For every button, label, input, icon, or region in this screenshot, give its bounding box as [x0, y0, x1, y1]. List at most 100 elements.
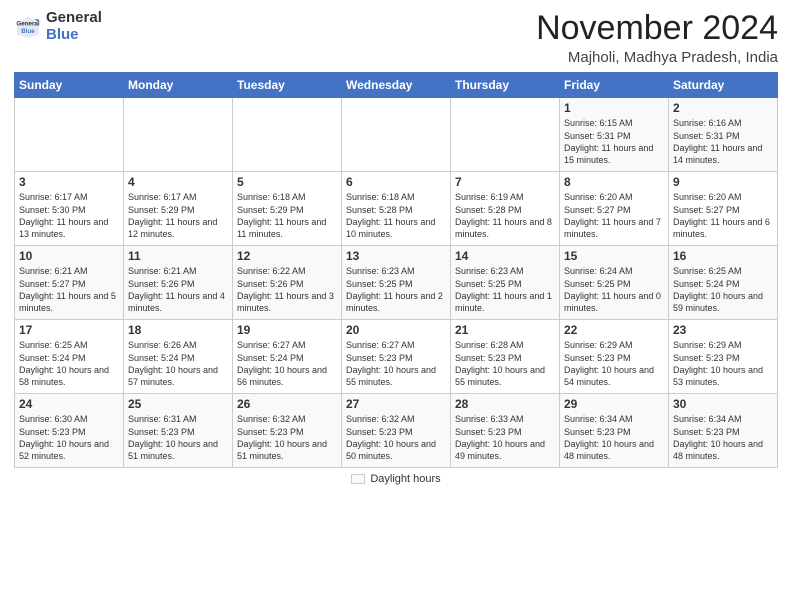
calendar-cell: 30 Sunrise: 6:34 AM Sunset: 5:23 PM Dayli…: [669, 394, 778, 468]
svg-text:General: General: [16, 20, 39, 27]
calendar-cell: 15 Sunrise: 6:24 AM Sunset: 5:25 PM Dayli…: [560, 246, 669, 320]
day-number: 11: [128, 249, 228, 263]
calendar-cell: 28 Sunrise: 6:33 AM Sunset: 5:23 PM Dayli…: [451, 394, 560, 468]
day-info: Sunrise: 6:23 AM Sunset: 5:25 PM Dayligh…: [455, 265, 555, 314]
day-number: 6: [346, 175, 446, 189]
day-info: Sunrise: 6:34 AM Sunset: 5:23 PM Dayligh…: [673, 413, 773, 462]
header: General Blue General Blue November 2024 …: [14, 10, 778, 66]
day-number: 24: [19, 397, 119, 411]
day-number: 22: [564, 323, 664, 337]
calendar-cell: 23Sunrise: 6:29 AM Sunset: 5:23 PM Dayli…: [669, 320, 778, 394]
calendar-cell: 9 Sunrise: 6:20 AM Sunset: 5:27 PM Daylig…: [669, 172, 778, 246]
day-info: Sunrise: 6:18 AM Sunset: 5:29 PM Dayligh…: [237, 191, 337, 240]
day-info: Sunrise: 6:28 AM Sunset: 5:23 PM Dayligh…: [455, 339, 555, 388]
calendar-cell: 22 Sunrise: 6:29 AM Sunset: 5:23 PM Dayli…: [560, 320, 669, 394]
col-tuesday: Tuesday: [233, 73, 342, 98]
day-number: 19: [237, 323, 337, 337]
calendar-cell: 11Sunrise: 6:21 AM Sunset: 5:26 PM Dayli…: [124, 246, 233, 320]
calendar-cell: 26 Sunrise: 6:32 AM Sunset: 5:23 PM Dayli…: [233, 394, 342, 468]
calendar-cell: 6 Sunrise: 6:18 AM Sunset: 5:28 PM Daylig…: [342, 172, 451, 246]
day-info: Sunrise: 6:33 AM Sunset: 5:23 PM Dayligh…: [455, 413, 555, 462]
calendar-header-row: Sunday Monday Tuesday Wednesday Thursday…: [15, 73, 778, 98]
legend: Daylight hours: [14, 473, 778, 485]
day-info: Sunrise: 6:32 AM Sunset: 5:23 PM Dayligh…: [237, 413, 337, 462]
day-info: Sunrise: 6:31 AM Sunset: 5:23 PM Dayligh…: [128, 413, 228, 462]
day-info: Sunrise: 6:30 AM Sunset: 5:23 PM Dayligh…: [19, 413, 119, 462]
col-monday: Monday: [124, 73, 233, 98]
day-info: Sunrise: 6:34 AM Sunset: 5:23 PM Dayligh…: [564, 413, 664, 462]
calendar-cell: [342, 98, 451, 172]
calendar-cell: [124, 98, 233, 172]
day-info: Sunrise: 6:25 AM Sunset: 5:24 PM Dayligh…: [19, 339, 119, 388]
day-number: 15: [564, 249, 664, 263]
calendar-cell: 16 Sunrise: 6:25 AM Sunset: 5:24 PM Dayli…: [669, 246, 778, 320]
day-number: 27: [346, 397, 446, 411]
calendar-cell: 8 Sunrise: 6:20 AM Sunset: 5:27 PM Daylig…: [560, 172, 669, 246]
day-number: 30: [673, 397, 773, 411]
title-block: November 2024 Majholi, Madhya Pradesh, I…: [536, 10, 778, 66]
day-info: Sunrise: 6:17 AM Sunset: 5:29 PM Dayligh…: [128, 191, 228, 240]
day-number: 5: [237, 175, 337, 189]
generalblue-logo-icon: General Blue: [14, 13, 42, 41]
calendar-cell: 19 Sunrise: 6:27 AM Sunset: 5:24 PM Dayli…: [233, 320, 342, 394]
col-wednesday: Wednesday: [342, 73, 451, 98]
calendar-cell: 21Sunrise: 6:28 AM Sunset: 5:23 PM Dayli…: [451, 320, 560, 394]
calendar-table: Sunday Monday Tuesday Wednesday Thursday…: [14, 72, 778, 468]
month-title: November 2024: [536, 10, 778, 47]
calendar-cell: 5 Sunrise: 6:18 AM Sunset: 5:29 PM Daylig…: [233, 172, 342, 246]
calendar-cell: 24 Sunrise: 6:30 AM Sunset: 5:23 PM Dayli…: [15, 394, 124, 468]
calendar-cell: 14Sunrise: 6:23 AM Sunset: 5:25 PM Dayli…: [451, 246, 560, 320]
day-info: Sunrise: 6:29 AM Sunset: 5:23 PM Dayligh…: [673, 339, 773, 388]
day-info: Sunrise: 6:19 AM Sunset: 5:28 PM Dayligh…: [455, 191, 555, 240]
page-container: General Blue General Blue November 2024 …: [0, 0, 792, 491]
calendar-cell: 27Sunrise: 6:32 AM Sunset: 5:23 PM Dayli…: [342, 394, 451, 468]
day-info: Sunrise: 6:20 AM Sunset: 5:27 PM Dayligh…: [564, 191, 664, 240]
day-number: 28: [455, 397, 555, 411]
calendar-cell: 1Sunrise: 6:15 AM Sunset: 5:31 PM Daylig…: [560, 98, 669, 172]
calendar-week-row: 3 Sunrise: 6:17 AM Sunset: 5:30 PM Daylig…: [15, 172, 778, 246]
calendar-cell: [15, 98, 124, 172]
calendar-cell: 29Sunrise: 6:34 AM Sunset: 5:23 PM Dayli…: [560, 394, 669, 468]
legend-daylight-label: Daylight hours: [370, 473, 440, 485]
logo-text: General Blue: [46, 10, 102, 43]
day-info: Sunrise: 6:24 AM Sunset: 5:25 PM Dayligh…: [564, 265, 664, 314]
day-info: Sunrise: 6:16 AM Sunset: 5:31 PM Dayligh…: [673, 117, 773, 166]
col-saturday: Saturday: [669, 73, 778, 98]
calendar-cell: 17 Sunrise: 6:25 AM Sunset: 5:24 PM Dayli…: [15, 320, 124, 394]
day-info: Sunrise: 6:27 AM Sunset: 5:24 PM Dayligh…: [237, 339, 337, 388]
day-info: Sunrise: 6:23 AM Sunset: 5:25 PM Dayligh…: [346, 265, 446, 314]
day-number: 16: [673, 249, 773, 263]
calendar-week-row: 10Sunrise: 6:21 AM Sunset: 5:27 PM Dayli…: [15, 246, 778, 320]
day-number: 25: [128, 397, 228, 411]
day-info: Sunrise: 6:29 AM Sunset: 5:23 PM Dayligh…: [564, 339, 664, 388]
day-info: Sunrise: 6:25 AM Sunset: 5:24 PM Dayligh…: [673, 265, 773, 314]
day-number: 26: [237, 397, 337, 411]
day-info: Sunrise: 6:22 AM Sunset: 5:26 PM Dayligh…: [237, 265, 337, 314]
day-info: Sunrise: 6:18 AM Sunset: 5:28 PM Dayligh…: [346, 191, 446, 240]
legend-daylight: Daylight hours: [351, 473, 440, 485]
day-number: 2: [673, 101, 773, 115]
calendar-cell: 20Sunrise: 6:27 AM Sunset: 5:23 PM Dayli…: [342, 320, 451, 394]
day-number: 3: [19, 175, 119, 189]
day-info: Sunrise: 6:17 AM Sunset: 5:30 PM Dayligh…: [19, 191, 119, 240]
col-friday: Friday: [560, 73, 669, 98]
calendar-cell: 2 Sunrise: 6:16 AM Sunset: 5:31 PM Daylig…: [669, 98, 778, 172]
calendar-cell: 12Sunrise: 6:22 AM Sunset: 5:26 PM Dayli…: [233, 246, 342, 320]
day-number: 8: [564, 175, 664, 189]
col-thursday: Thursday: [451, 73, 560, 98]
calendar-cell: 4Sunrise: 6:17 AM Sunset: 5:29 PM Daylig…: [124, 172, 233, 246]
calendar-cell: 10Sunrise: 6:21 AM Sunset: 5:27 PM Dayli…: [15, 246, 124, 320]
legend-daylight-box: [351, 474, 365, 484]
calendar-cell: [233, 98, 342, 172]
day-number: 13: [346, 249, 446, 263]
day-info: Sunrise: 6:27 AM Sunset: 5:23 PM Dayligh…: [346, 339, 446, 388]
day-number: 9: [673, 175, 773, 189]
day-number: 7: [455, 175, 555, 189]
calendar-cell: 7 Sunrise: 6:19 AM Sunset: 5:28 PM Daylig…: [451, 172, 560, 246]
day-info: Sunrise: 6:20 AM Sunset: 5:27 PM Dayligh…: [673, 191, 773, 240]
calendar-week-row: 17 Sunrise: 6:25 AM Sunset: 5:24 PM Dayli…: [15, 320, 778, 394]
calendar-cell: 3 Sunrise: 6:17 AM Sunset: 5:30 PM Daylig…: [15, 172, 124, 246]
day-number: 17: [19, 323, 119, 337]
day-info: Sunrise: 6:15 AM Sunset: 5:31 PM Dayligh…: [564, 117, 664, 166]
day-number: 18: [128, 323, 228, 337]
